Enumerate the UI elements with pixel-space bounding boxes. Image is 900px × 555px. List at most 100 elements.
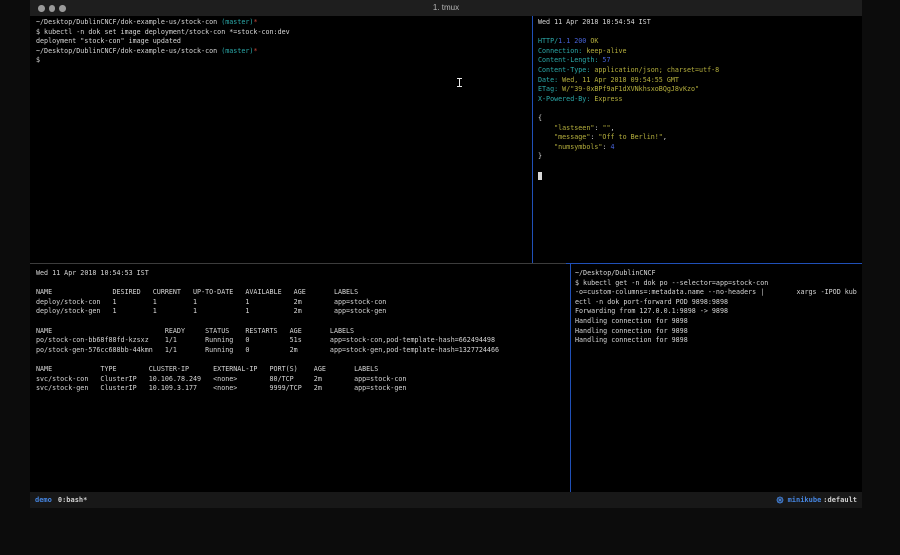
- terminal-line: [36, 355, 576, 365]
- terminal-line: Date: Wed, 11 Apr 2018 09:54:55 GMT: [538, 76, 867, 86]
- tmux-status-bar: demo 0:bash* minikube :default: [30, 492, 862, 508]
- terminal-line: [36, 317, 576, 327]
- terminal-line: [538, 28, 867, 38]
- text-segment: po/stock-gen-576cc688bb-44kmn 1/1 Runnin…: [36, 346, 499, 354]
- text-segment: }: [538, 152, 542, 160]
- text-segment: "lastseen": [538, 124, 594, 132]
- text-segment: NAME DESIRED CURRENT UP-TO-DATE AVAILABL…: [36, 288, 358, 296]
- pane-http-response[interactable]: Wed 11 Apr 2018 10:54:54 IST HTTP/1.1 20…: [533, 16, 867, 265]
- terminal-line: "message": "Off to Berlin!",: [538, 133, 867, 143]
- pane-port-forward[interactable]: ~/Desktop/DublinCNCF $ kubectl get -n dok…: [571, 264, 866, 497]
- terminal-line: ~/Desktop/DublinCNCF/dok-example-us/stoc…: [36, 47, 538, 57]
- text-segment: $ kubectl -n dok set image deployment/st…: [36, 28, 290, 36]
- text-segment: -o=custom-columns=:metadata.name --no-he…: [575, 288, 857, 296]
- text-segment: ,: [663, 133, 667, 141]
- terminal-line: po/stock-gen-576cc688bb-44kmn 1/1 Runnin…: [36, 346, 576, 356]
- text-segment: X-Powered-By:: [538, 95, 590, 103]
- text-segment: "message": [538, 133, 590, 141]
- terminal-line: [36, 279, 576, 289]
- text-segment: *: [253, 18, 257, 26]
- text-segment: deploy/stock-gen 1 1 1 1 2m app=stock-ge…: [36, 307, 386, 315]
- text-segment: deploy/stock-con 1 1 1 1 2m app=stock-co…: [36, 298, 386, 306]
- terminal-line: deployment "stock-con" image updated: [36, 37, 538, 47]
- text-segment: Forwarding from 127.0.0.1:9898 -> 9898: [575, 307, 728, 315]
- terminal-line: svc/stock-con ClusterIP 10.106.78.249 <n…: [36, 375, 576, 385]
- text-segment: HTTP/: [538, 37, 558, 45]
- terminal-window: 1. tmux ~/Desktop/DublinCNCF/dok-example…: [30, 0, 862, 508]
- terminal-line: ectl -n dok port-forward POD 9898:9898: [575, 298, 866, 308]
- text-segment: Content-Type:: [538, 66, 590, 74]
- terminal-line: deploy/stock-con 1 1 1 1 2m app=stock-co…: [36, 298, 576, 308]
- text-segment: svc/stock-con ClusterIP 10.106.78.249 <n…: [36, 375, 406, 383]
- text-segment: ectl -n dok port-forward POD 9898:9898: [575, 298, 728, 306]
- terminal-line: Content-Type: application/json; charset=…: [538, 66, 867, 76]
- text-segment: *: [253, 47, 257, 55]
- text-segment: Handling connection for 9898: [575, 336, 688, 344]
- text-segment: W/"39-0xBPf9aF1dXVNkhsxoBQgJ8vKzo": [558, 85, 699, 93]
- terminal-line: $ kubectl -n dok set image deployment/st…: [36, 28, 538, 38]
- text-segment: po/stock-con-bb68f88fd-kzsxz 1/1 Running…: [36, 336, 495, 344]
- text-segment: "": [602, 124, 610, 132]
- mouse-ibeam-pointer-icon: [457, 78, 462, 87]
- text-segment: deployment "stock-con" image updated: [36, 37, 181, 45]
- terminal-line: NAME DESIRED CURRENT UP-TO-DATE AVAILABL…: [36, 288, 576, 298]
- text-segment: 1.1 200: [558, 37, 586, 45]
- terminal-line: NAME READY STATUS RESTARTS AGE LABELS: [36, 327, 576, 337]
- terminal-line: [538, 162, 867, 172]
- text-segment: Wed 11 Apr 2018 10:54:54 IST: [538, 18, 651, 26]
- window-titlebar[interactable]: 1. tmux: [30, 0, 862, 16]
- terminal-line: ~/Desktop/DublinCNCF/dok-example-us/stoc…: [36, 18, 538, 28]
- terminal-line: Content-Length: 57: [538, 56, 867, 66]
- text-segment: Handling connection for 9898: [575, 327, 688, 335]
- text-segment: (master): [221, 47, 253, 55]
- text-segment: svc/stock-gen ClusterIP 10.109.3.177 <no…: [36, 384, 406, 392]
- terminal-line: [538, 172, 867, 182]
- text-segment: 57: [598, 56, 610, 64]
- terminal-line: deploy/stock-gen 1 1 1 1 2m app=stock-ge…: [36, 307, 576, 317]
- text-segment: Wed, 11 Apr 2018 09:54:55 GMT: [558, 76, 679, 84]
- terminal-line: Forwarding from 127.0.0.1:9898 -> 9898: [575, 307, 866, 317]
- terminal-line: Handling connection for 9898: [575, 317, 866, 327]
- text-segment: Content-Length:: [538, 56, 598, 64]
- text-segment: ~/Desktop/DublinCNCF: [575, 269, 656, 277]
- text-segment: Express: [590, 95, 622, 103]
- text-segment: 4: [610, 143, 614, 151]
- text-segment: Wed 11 Apr 2018 10:54:53 IST: [36, 269, 149, 277]
- text-segment: NAME READY STATUS RESTARTS AGE LABELS: [36, 327, 354, 335]
- text-segment: keep-alive: [582, 47, 626, 55]
- status-left: demo 0:bash*: [35, 496, 87, 504]
- text-segment: application/json; charset=utf-8: [590, 66, 719, 74]
- text-segment: ,: [611, 124, 615, 132]
- text-segment: $: [36, 56, 40, 64]
- terminal-line: X-Powered-By: Express: [538, 95, 867, 105]
- text-segment: "numsymbols": [538, 143, 602, 151]
- text-segment: NAME TYPE CLUSTER-IP EXTERNAL-IP PORT(S)…: [36, 365, 378, 373]
- terminal-line: Handling connection for 9898: [575, 327, 866, 337]
- text-segment: [538, 172, 542, 180]
- text-segment: {: [538, 114, 542, 122]
- kubernetes-icon: [776, 496, 784, 504]
- window-item-active[interactable]: 0:bash*: [58, 496, 88, 504]
- terminal-line: Wed 11 Apr 2018 10:54:54 IST: [538, 18, 867, 28]
- pane-kubectl-set-image[interactable]: ~/Desktop/DublinCNCF/dok-example-us/stoc…: [30, 16, 538, 265]
- text-segment: Connection:: [538, 47, 582, 55]
- terminal-line: $ kubectl get -n dok po --selector=app=s…: [575, 279, 866, 289]
- text-segment: ETag:: [538, 85, 558, 93]
- text-segment: ~/Desktop/DublinCNCF/dok-example-us/stoc…: [36, 18, 221, 26]
- terminal-line: ETag: W/"39-0xBPf9aF1dXVNkhsxoBQgJ8vKzo": [538, 85, 867, 95]
- terminal-line: Wed 11 Apr 2018 10:54:53 IST: [36, 269, 576, 279]
- text-segment: Handling connection for 9898: [575, 317, 688, 325]
- terminal-line: svc/stock-gen ClusterIP 10.109.3.177 <no…: [36, 384, 576, 394]
- terminal-line: po/stock-con-bb68f88fd-kzsxz 1/1 Running…: [36, 336, 576, 346]
- kube-context: minikube: [788, 496, 822, 504]
- pane-kubectl-get-tables[interactable]: Wed 11 Apr 2018 10:54:53 IST NAME DESIRE…: [30, 264, 576, 497]
- terminal-line: $: [36, 56, 538, 66]
- text-segment: ~/Desktop/DublinCNCF/dok-example-us/stoc…: [36, 47, 221, 55]
- terminal-line: "numsymbols": 4: [538, 143, 867, 153]
- terminal-line: }: [538, 152, 867, 162]
- text-segment: "Off to Berlin!": [598, 133, 662, 141]
- terminal-line: -o=custom-columns=:metadata.name --no-he…: [575, 288, 866, 298]
- terminal-line: [538, 104, 867, 114]
- session-name: demo: [35, 496, 52, 504]
- text-segment: Date:: [538, 76, 558, 84]
